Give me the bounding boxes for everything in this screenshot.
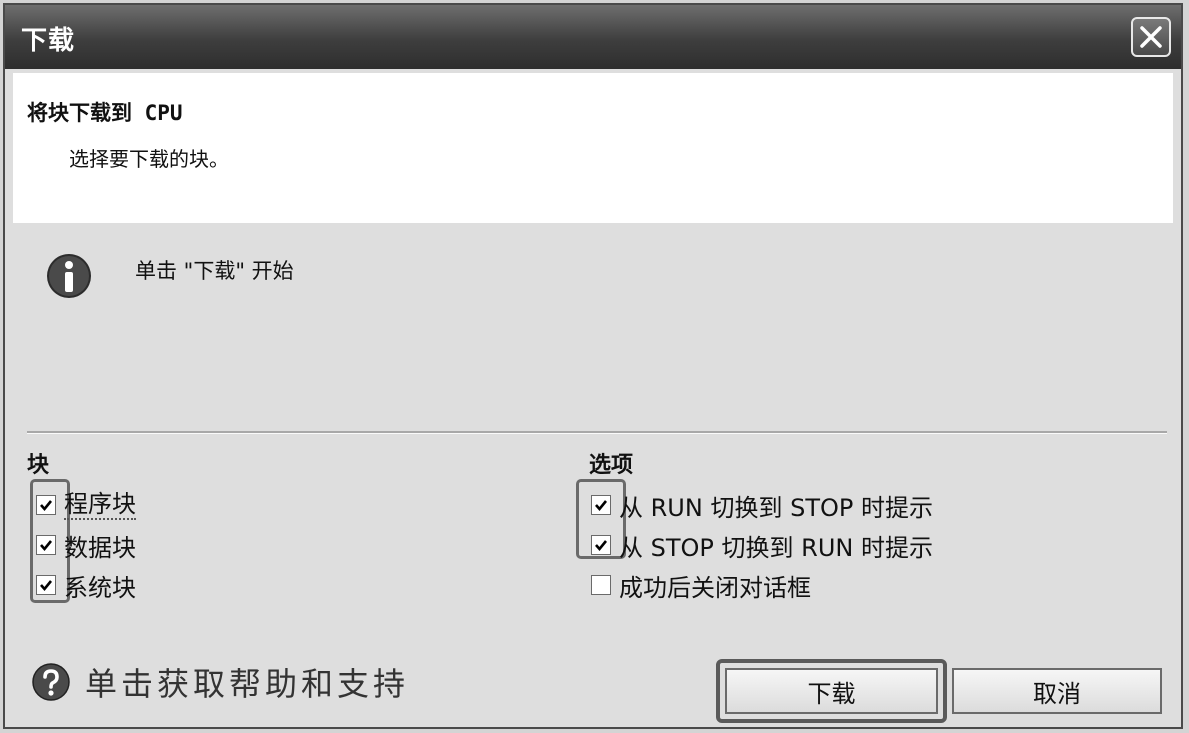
checkbox-system-block[interactable]: 系统块 (36, 569, 136, 602)
options-group-title: 选项 (589, 453, 634, 478)
checkbox[interactable] (591, 575, 611, 595)
help-text: 单击获取帮助和支持 (85, 665, 410, 703)
window-title: 下载 (21, 26, 76, 56)
section-divider (27, 431, 1167, 434)
cancel-button[interactable]: 取消 (952, 668, 1162, 714)
help-link[interactable]: 单击获取帮助和支持 (31, 659, 409, 705)
checkbox-program-block[interactable]: 程序块 (36, 489, 136, 521)
check-icon (595, 500, 608, 512)
dialog-header: 将块下载到 CPU 选择要下载的块。 (13, 73, 1173, 223)
download-dialog: 下载 将块下载到 CPU 选择要下载的块。 单击 "下载" 开始 块 程序块 数… (3, 3, 1183, 729)
help-icon (32, 663, 70, 701)
checkbox[interactable] (591, 495, 611, 515)
checkbox-label: 系统块 (64, 573, 136, 602)
checkbox-prompt-stop-to-run[interactable]: 从 STOP 切换到 RUN 时提示 (591, 529, 933, 562)
download-button[interactable]: 下载 (725, 668, 938, 714)
checkbox-prompt-run-to-stop[interactable]: 从 RUN 切换到 STOP 时提示 (591, 489, 933, 522)
checkbox-label: 数据块 (64, 533, 136, 562)
checkbox-label: 程序块 (64, 490, 136, 520)
check-icon (40, 540, 53, 552)
checkbox-data-block[interactable]: 数据块 (36, 529, 136, 562)
title-bar[interactable]: 下载 (5, 5, 1181, 69)
header-subtitle: 选择要下载的块。 (69, 147, 229, 171)
checkbox[interactable] (591, 535, 611, 555)
info-message: 单击 "下载" 开始 (135, 259, 294, 283)
checkbox[interactable] (36, 535, 56, 555)
checkbox-label: 从 RUN 切换到 STOP 时提示 (619, 493, 933, 522)
check-icon (40, 500, 53, 512)
check-icon (40, 580, 53, 592)
header-title: 将块下载到 CPU (27, 101, 183, 125)
checkbox-label: 从 STOP 切换到 RUN 时提示 (619, 533, 933, 562)
checkbox[interactable] (36, 495, 56, 515)
checkbox-label: 成功后关闭对话框 (619, 573, 811, 602)
check-icon (595, 540, 608, 552)
close-icon (1140, 26, 1162, 48)
info-icon (47, 254, 91, 298)
close-button[interactable] (1131, 17, 1171, 57)
checkbox[interactable] (36, 575, 56, 595)
blocks-group-title: 块 (27, 453, 50, 478)
checkbox-close-on-success[interactable]: 成功后关闭对话框 (591, 569, 811, 602)
